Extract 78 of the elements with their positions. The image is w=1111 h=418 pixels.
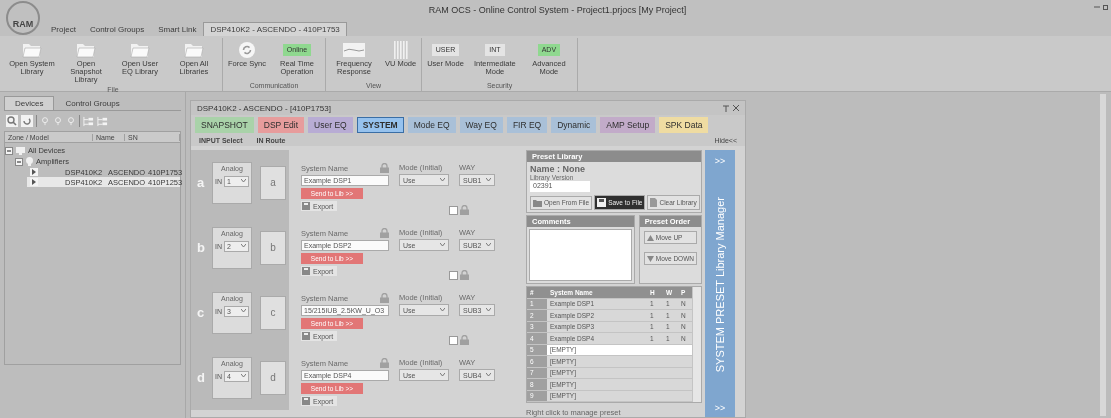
up-triangle-icon bbox=[646, 234, 654, 241]
bar-label: SYSTEM PRESET Library Manager bbox=[714, 196, 726, 373]
menu-tab[interactable]: Control Groups bbox=[82, 22, 152, 36]
folder-icon bbox=[76, 42, 96, 58]
down-triangle-icon bbox=[646, 255, 654, 262]
collapse-icon[interactable] bbox=[5, 146, 13, 155]
tab[interactable]: Dynamic bbox=[551, 117, 597, 133]
padlock-icon bbox=[380, 358, 389, 368]
tab[interactable]: FIR EQ bbox=[506, 117, 548, 133]
comments-field[interactable] bbox=[529, 229, 632, 281]
tree-view-icon[interactable] bbox=[97, 115, 108, 127]
channel-letter: d bbox=[197, 370, 206, 385]
padlock-icon bbox=[380, 293, 389, 303]
channel-letter: c bbox=[197, 305, 206, 320]
tab[interactable]: AMP Setup bbox=[600, 117, 656, 133]
tab[interactable]: SNAPSHOT bbox=[195, 117, 254, 133]
panel-tab[interactable]: Control Groups bbox=[54, 96, 131, 110]
minimize-icon[interactable] bbox=[1094, 4, 1100, 10]
monitor-icon bbox=[16, 146, 25, 155]
refresh-icon[interactable] bbox=[21, 115, 33, 127]
padlock-icon bbox=[460, 205, 469, 215]
chevron-down-icon[interactable] bbox=[486, 178, 491, 182]
route-output-box[interactable]: a bbox=[260, 165, 286, 200]
channel-letter: b bbox=[197, 240, 206, 255]
document-icon bbox=[650, 198, 658, 207]
chevron-down-icon[interactable] bbox=[486, 373, 491, 377]
chevron-down-icon[interactable] bbox=[241, 374, 246, 378]
window-title: RAM OCS - Online Control System - Project1.prjocs [My Project] bbox=[428, 5, 687, 15]
collapse-icon[interactable] bbox=[15, 157, 23, 166]
close-icon[interactable] bbox=[733, 104, 739, 111]
folder-icon bbox=[533, 198, 542, 207]
chevron-down-icon[interactable] bbox=[486, 243, 491, 247]
padlock-icon bbox=[460, 270, 469, 280]
sync-icon bbox=[238, 42, 255, 58]
checkbox[interactable] bbox=[449, 205, 458, 215]
chevron-down-icon[interactable] bbox=[440, 373, 445, 377]
tab[interactable]: DSP Edit bbox=[257, 117, 305, 133]
window-title: DSP410K2 - ASCENDO - [410P1753] bbox=[197, 103, 331, 113]
play-icon bbox=[30, 168, 38, 176]
tab[interactable]: SPK Data bbox=[659, 117, 709, 133]
search-icon[interactable] bbox=[6, 115, 18, 127]
panel-tab[interactable]: Devices bbox=[4, 96, 55, 110]
menu-tab[interactable]: Project bbox=[44, 22, 83, 36]
menu-tab[interactable]: Smart Link bbox=[151, 22, 204, 36]
checkbox[interactable] bbox=[449, 335, 458, 345]
padlock-icon bbox=[380, 228, 389, 238]
restore-icon[interactable] bbox=[1103, 4, 1109, 10]
checkbox[interactable] bbox=[449, 270, 458, 280]
bulb-icon bbox=[26, 157, 33, 166]
folder-icon bbox=[22, 42, 42, 58]
play-icon bbox=[30, 178, 38, 186]
preset-name: Name : None bbox=[530, 164, 586, 174]
route-output-box[interactable]: d bbox=[260, 360, 286, 395]
tab[interactable]: Way EQ bbox=[459, 117, 503, 133]
pin-icon[interactable] bbox=[723, 104, 729, 112]
chevron-down-icon[interactable] bbox=[241, 244, 246, 248]
scrollbar[interactable] bbox=[692, 287, 701, 402]
vu-meter-icon bbox=[393, 41, 408, 59]
route-output-box[interactable]: c bbox=[260, 295, 286, 330]
scrollbar[interactable] bbox=[1100, 94, 1106, 416]
tree-view-icon[interactable] bbox=[83, 115, 94, 127]
route-output-box[interactable]: b bbox=[260, 230, 286, 265]
frequency-graph-icon bbox=[342, 43, 365, 57]
channel-letter: a bbox=[197, 175, 206, 190]
chevron-down-icon[interactable] bbox=[486, 308, 491, 312]
chevron-down-icon[interactable] bbox=[241, 179, 246, 183]
menu-tab[interactable]: DSP410K2 - ASCENDO - 410P1753 bbox=[203, 22, 347, 36]
padlock-icon bbox=[380, 163, 389, 173]
padlock-icon bbox=[460, 335, 469, 345]
tab[interactable]: SYSTEM bbox=[356, 117, 404, 133]
chevron-down-icon[interactable] bbox=[440, 178, 445, 182]
folder-icon bbox=[130, 42, 150, 58]
tab[interactable]: Mode EQ bbox=[407, 117, 456, 133]
chevron-down-icon[interactable] bbox=[241, 309, 246, 313]
chevron-down-icon[interactable] bbox=[440, 308, 445, 312]
tab[interactable]: User EQ bbox=[308, 117, 353, 133]
chevron-down-icon[interactable] bbox=[440, 243, 445, 247]
folder-icon bbox=[184, 42, 204, 58]
